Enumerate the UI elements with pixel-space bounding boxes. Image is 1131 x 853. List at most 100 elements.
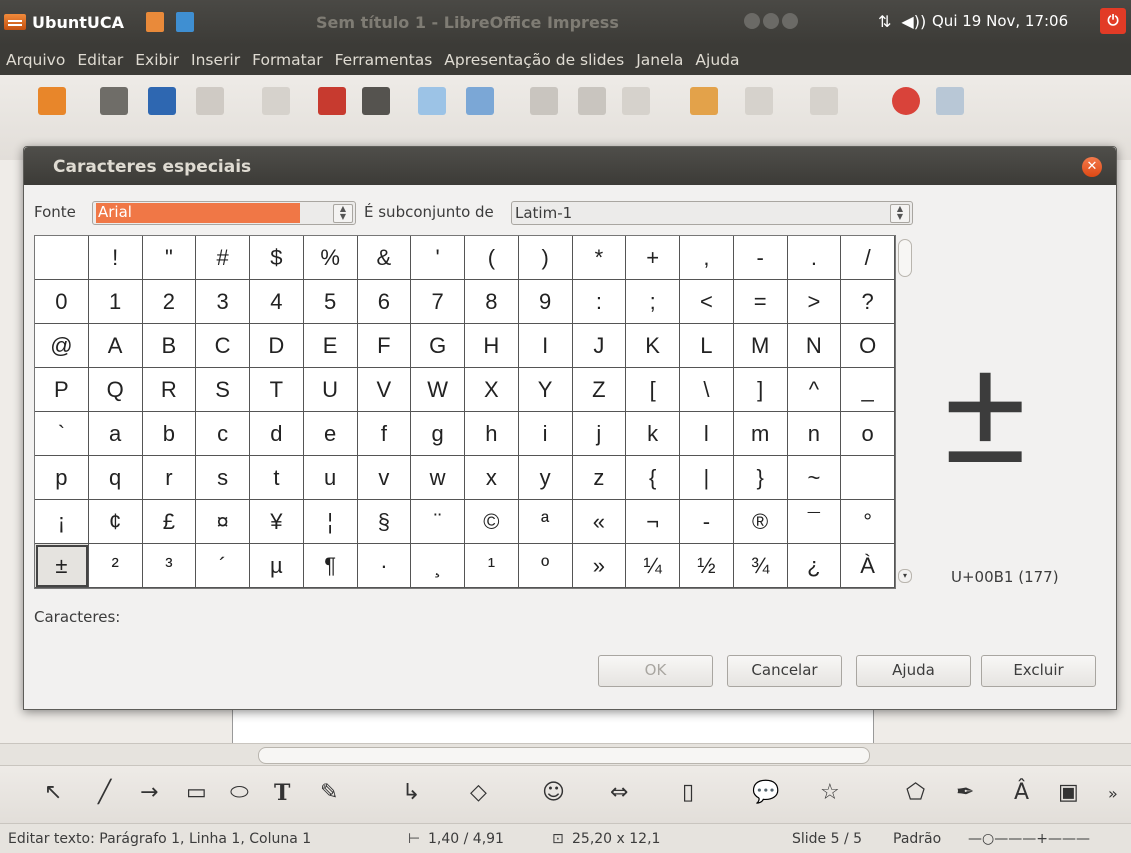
insert-image-icon[interactable]: ▣ bbox=[1058, 780, 1079, 805]
scroll-down-icon[interactable]: ▾ bbox=[898, 569, 912, 583]
stars-icon[interactable]: ☆ bbox=[820, 780, 840, 805]
character-cell[interactable]: D bbox=[250, 324, 304, 368]
character-cell[interactable]: < bbox=[680, 280, 734, 324]
character-cell[interactable]: \ bbox=[680, 368, 734, 412]
character-cell[interactable]: v bbox=[357, 456, 412, 500]
character-cell[interactable]: ? bbox=[841, 280, 895, 324]
character-cell[interactable]: n bbox=[787, 412, 842, 456]
character-cell[interactable]: L bbox=[680, 324, 734, 368]
character-cell[interactable]: j bbox=[572, 412, 627, 456]
character-cell[interactable]: ¢ bbox=[88, 500, 143, 544]
character-cell[interactable]: X bbox=[465, 368, 519, 412]
clock[interactable]: Qui 19 Nov, 17:06 bbox=[932, 12, 1068, 30]
character-cell[interactable]: # bbox=[196, 236, 250, 280]
character-cell[interactable]: [ bbox=[626, 368, 680, 412]
character-cell[interactable]: - bbox=[680, 500, 734, 544]
edit-mode-icon[interactable] bbox=[262, 87, 290, 115]
character-cell[interactable]: @ bbox=[35, 324, 89, 368]
character-cell[interactable]: 1 bbox=[88, 280, 143, 324]
character-cell[interactable]: u bbox=[303, 456, 358, 500]
character-cell[interactable]: e bbox=[303, 412, 358, 456]
character-cell[interactable]: 6 bbox=[357, 280, 412, 324]
save-icon[interactable] bbox=[148, 87, 176, 115]
dialog-titlebar[interactable]: Caracteres especiais ✕ bbox=[24, 147, 1116, 185]
character-cell[interactable]: µ bbox=[250, 544, 304, 588]
character-cell[interactable]: 9 bbox=[518, 280, 573, 324]
character-cell[interactable]: k bbox=[626, 412, 680, 456]
cancel-button[interactable]: Cancelar bbox=[727, 655, 842, 687]
connector-icon[interactable]: ↳ bbox=[402, 780, 420, 805]
character-cell[interactable]: a bbox=[88, 412, 143, 456]
character-cell[interactable]: 7 bbox=[411, 280, 465, 324]
character-cell[interactable]: d bbox=[250, 412, 304, 456]
new-document-icon[interactable] bbox=[38, 87, 66, 115]
dialog-close-icon[interactable]: ✕ bbox=[1082, 157, 1102, 177]
character-cell[interactable]: _ bbox=[841, 368, 895, 412]
export-pdf-icon[interactable] bbox=[318, 87, 346, 115]
character-cell[interactable]: ! bbox=[88, 236, 143, 280]
character-cell[interactable]: ½ bbox=[680, 544, 734, 588]
character-cell[interactable]: * bbox=[572, 236, 627, 280]
character-cell[interactable]: p bbox=[35, 456, 89, 500]
character-cell[interactable]: r bbox=[142, 456, 197, 500]
character-cell[interactable]: ± bbox=[35, 544, 89, 588]
character-cell[interactable]: ¾ bbox=[733, 544, 788, 588]
character-cell[interactable]: , bbox=[680, 236, 734, 280]
symbol-shapes-icon[interactable]: ☺ bbox=[542, 780, 565, 805]
text-tool-icon[interactable]: T bbox=[274, 780, 290, 806]
character-cell[interactable]: ¹ bbox=[465, 544, 519, 588]
clone-format-icon[interactable] bbox=[690, 87, 718, 115]
character-cell[interactable]: 5 bbox=[303, 280, 358, 324]
character-cell[interactable]: c bbox=[196, 412, 250, 456]
character-cell[interactable]: m bbox=[733, 412, 788, 456]
maximize-icon[interactable] bbox=[763, 13, 779, 29]
copy-icon[interactable] bbox=[578, 87, 606, 115]
character-cell[interactable]: " bbox=[142, 236, 197, 280]
character-cell[interactable]: ´ bbox=[196, 544, 250, 588]
more-tools-icon[interactable]: » bbox=[1108, 784, 1118, 803]
character-cell[interactable]: « bbox=[572, 500, 627, 544]
character-cell[interactable]: 2 bbox=[142, 280, 197, 324]
character-cell[interactable]: & bbox=[357, 236, 412, 280]
volume-icon[interactable]: ◀)) bbox=[901, 12, 926, 31]
cut-icon[interactable] bbox=[530, 87, 558, 115]
open-icon[interactable] bbox=[100, 87, 128, 115]
autospellcheck-icon[interactable] bbox=[466, 87, 494, 115]
menu-ferramentas[interactable]: Ferramentas bbox=[329, 51, 439, 69]
character-cell[interactable]: 0 bbox=[35, 280, 89, 324]
character-cell[interactable]: P bbox=[35, 368, 89, 412]
grid-scroll-thumb[interactable] bbox=[898, 239, 912, 277]
character-cell[interactable]: J bbox=[572, 324, 627, 368]
paste-icon[interactable] bbox=[622, 87, 650, 115]
spellcheck-icon[interactable] bbox=[418, 87, 446, 115]
horizontal-scrollbar[interactable] bbox=[0, 743, 1131, 766]
character-cell[interactable]: ® bbox=[733, 500, 788, 544]
character-cell[interactable]: T bbox=[250, 368, 304, 412]
menu-arquivo[interactable]: Arquivo bbox=[0, 51, 71, 69]
subset-combobox[interactable]: Latim-1 ▲ ▼ bbox=[511, 201, 913, 225]
character-cell[interactable]: ³ bbox=[142, 544, 197, 588]
character-cell[interactable] bbox=[35, 236, 89, 280]
character-cell[interactable]: 8 bbox=[465, 280, 519, 324]
character-cell[interactable]: ) bbox=[518, 236, 573, 280]
writer-launcher-icon[interactable] bbox=[176, 12, 194, 32]
character-cell[interactable]: ` bbox=[35, 412, 89, 456]
character-cell[interactable]: ] bbox=[733, 368, 788, 412]
character-cell[interactable]: ¯ bbox=[787, 500, 842, 544]
character-cell[interactable]: S bbox=[196, 368, 250, 412]
character-cell[interactable]: ¡ bbox=[35, 500, 89, 544]
power-icon[interactable]: ⏻ bbox=[1100, 8, 1126, 34]
zoom-slider[interactable]: —○———+——— bbox=[968, 831, 1090, 847]
character-cell[interactable]: ¸ bbox=[411, 544, 465, 588]
font-combobox[interactable]: Arial ▲ ▼ bbox=[92, 201, 356, 225]
character-cell[interactable]: N bbox=[787, 324, 842, 368]
character-cell[interactable]: ¼ bbox=[626, 544, 680, 588]
curve-icon[interactable]: ✎ bbox=[320, 780, 338, 805]
select-arrow-icon[interactable]: ↖ bbox=[44, 780, 62, 805]
character-cell[interactable]: l bbox=[680, 412, 734, 456]
character-cell[interactable]: > bbox=[787, 280, 842, 324]
flowchart-icon[interactable]: ▯ bbox=[682, 780, 694, 805]
menu-editar[interactable]: Editar bbox=[71, 51, 129, 69]
rectangle-icon[interactable]: ▭ bbox=[186, 780, 207, 805]
impress-launcher-icon[interactable] bbox=[146, 12, 164, 32]
